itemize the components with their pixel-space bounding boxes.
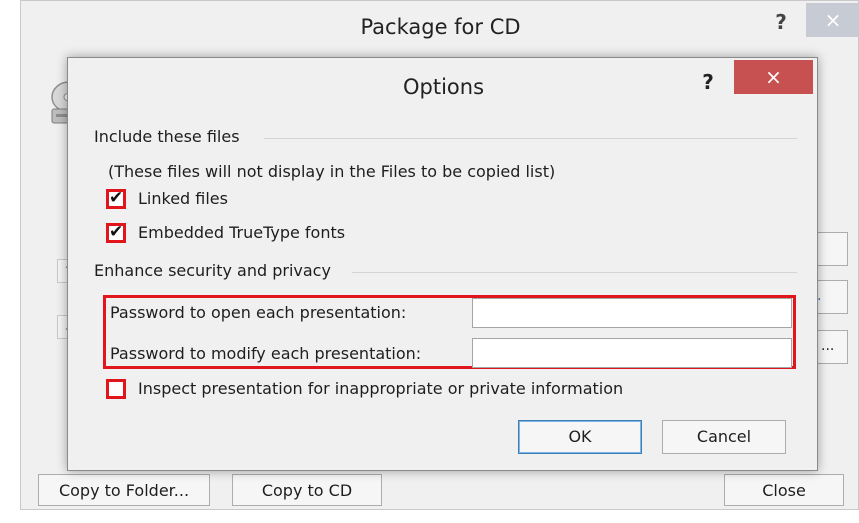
help-icon[interactable]: ? — [688, 65, 728, 99]
cancel-button[interactable]: Cancel — [662, 420, 786, 454]
linked-files-checkbox[interactable]: ✔ — [106, 188, 126, 209]
close-button[interactable]: Close — [724, 474, 844, 506]
security-heading: Enhance security and privacy — [94, 261, 331, 280]
divider — [352, 272, 797, 273]
password-modify-input[interactable] — [472, 338, 792, 368]
embedded-fonts-option[interactable]: ✔ Embedded TrueType fonts — [106, 221, 446, 245]
options-dialog: Options ? × Include these files (These f… — [67, 57, 818, 471]
inspect-presentation-option[interactable]: Inspect presentation for inappropriate o… — [106, 377, 726, 401]
ok-button[interactable]: OK — [518, 420, 642, 454]
include-files-heading: Include these files — [94, 127, 240, 146]
close-icon[interactable]: × — [806, 3, 859, 37]
linked-files-option[interactable]: ✔ Linked files — [106, 187, 406, 211]
inspect-presentation-checkbox[interactable] — [106, 379, 126, 399]
checkmark-icon: ✔ — [109, 188, 124, 208]
checkmark-icon: ✔ — [109, 222, 124, 242]
close-icon[interactable]: × — [734, 60, 813, 94]
copy-to-folder-button[interactable]: Copy to Folder... — [38, 474, 210, 506]
embedded-fonts-checkbox[interactable]: ✔ — [106, 222, 126, 243]
linked-files-label[interactable]: Linked files — [138, 189, 228, 208]
divider — [264, 138, 797, 139]
password-open-input[interactable] — [472, 298, 792, 328]
package-for-cd-title: Package for CD — [360, 15, 521, 39]
copy-to-cd-button[interactable]: Copy to CD — [232, 474, 382, 506]
password-modify-label: Password to modify each presentation: — [110, 344, 422, 363]
help-icon[interactable]: ? — [761, 5, 801, 39]
include-files-note: (These files will not display in the Fil… — [108, 162, 556, 181]
inspect-presentation-label[interactable]: Inspect presentation for inappropriate o… — [138, 379, 623, 398]
embedded-fonts-label[interactable]: Embedded TrueType fonts — [138, 223, 345, 242]
password-open-label: Password to open each presentation: — [110, 303, 407, 322]
